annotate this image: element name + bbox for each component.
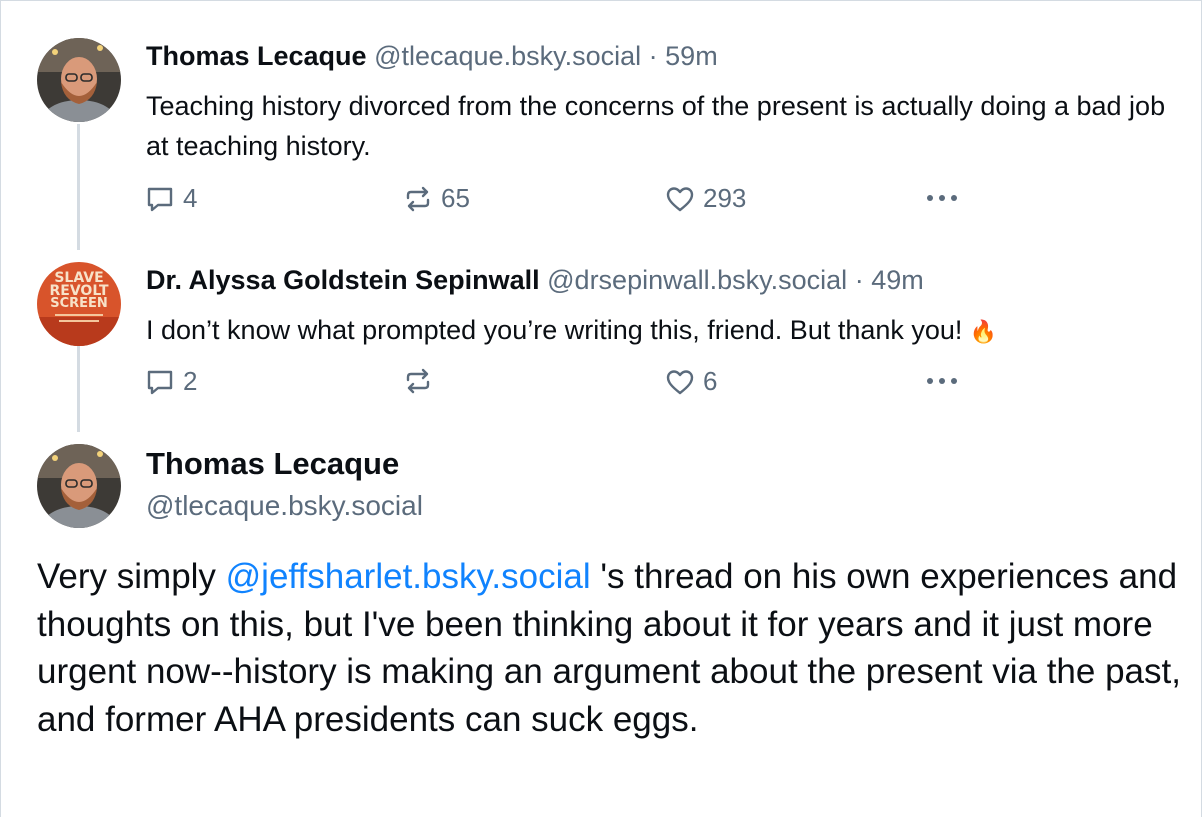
ellipsis-icon	[927, 195, 957, 201]
like-button[interactable]: 293	[665, 183, 746, 214]
avatar[interactable]	[37, 444, 121, 528]
author-handle[interactable]: @tlecaque.bsky.social	[146, 490, 423, 522]
reply-count: 4	[183, 183, 198, 213]
post-header: Dr. Alyssa Goldstein Sepinwall @drsepinw…	[146, 265, 924, 296]
timestamp[interactable]: 49m	[871, 265, 924, 295]
speech-bubble-icon	[147, 187, 173, 211]
like-count: 6	[703, 366, 718, 396]
like-button[interactable]: 6	[665, 366, 717, 397]
post-text: Teaching history divorced from the conce…	[146, 91, 1166, 161]
heart-icon	[666, 186, 694, 211]
post-text: Very simply @jeffsharlet.bsky.social 's …	[37, 553, 1187, 743]
author-handle[interactable]: @tlecaque.bsky.social	[374, 41, 641, 71]
more-options-button[interactable]	[922, 366, 962, 396]
thread-connector-line	[77, 124, 80, 250]
more-options-button[interactable]	[922, 183, 962, 213]
avatar-logo-line: SCREEN	[50, 296, 108, 311]
reply-button[interactable]: 4	[145, 183, 197, 214]
repost-arrows-icon	[406, 186, 430, 211]
repost-arrows-icon	[406, 368, 430, 394]
separator: ·	[648, 41, 658, 71]
post-text-start: Very simply	[37, 557, 226, 596]
author-name[interactable]: Dr. Alyssa Goldstein Sepinwall	[146, 265, 540, 295]
author-name[interactable]: Thomas Lecaque	[146, 446, 399, 482]
avatar[interactable]	[37, 38, 121, 122]
fire-emoji: 🔥	[969, 319, 998, 344]
repost-button[interactable]: 65	[403, 183, 470, 214]
speech-bubble-icon	[147, 370, 173, 394]
post-text-body: I don’t know what prompted you’re writin…	[146, 315, 970, 345]
avatar[interactable]: SLAVE REVOLT SCREEN	[37, 262, 121, 346]
author-handle[interactable]: @drsepinwall.bsky.social	[547, 265, 847, 295]
heart-icon	[666, 369, 694, 394]
timestamp[interactable]: 59m	[665, 41, 718, 71]
like-count: 293	[703, 183, 747, 213]
repost-button[interactable]	[403, 366, 441, 396]
reply-button[interactable]: 2	[145, 366, 197, 397]
separator: ·	[854, 265, 864, 295]
ellipsis-icon	[927, 378, 957, 384]
post-header: Thomas Lecaque @tlecaque.bsky.social · 5…	[146, 41, 718, 72]
author-name[interactable]: Thomas Lecaque	[146, 41, 367, 71]
thread-connector-line	[77, 344, 80, 432]
mention-link[interactable]: @jeffsharlet.bsky.social	[226, 557, 591, 596]
repost-count: 65	[441, 183, 470, 213]
reply-count: 2	[183, 366, 198, 396]
post-text: I don’t know what prompted you’re writin…	[146, 310, 1176, 352]
